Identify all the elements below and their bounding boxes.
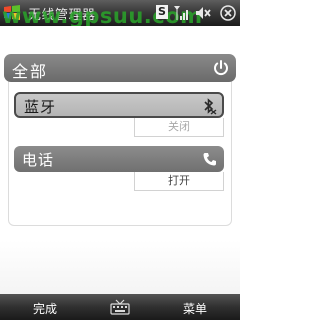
title-bar: 无线管理器 www.gpsuu.com S	[0, 0, 240, 26]
all-toggle-row[interactable]: 全部	[4, 54, 236, 82]
bluetooth-label: 蓝牙	[24, 98, 57, 116]
bluetooth-status: 关闭	[134, 118, 224, 137]
done-softkey[interactable]: 完成	[33, 300, 57, 317]
softkey-bar: 完成 菜单	[0, 294, 240, 320]
all-label: 全部	[12, 62, 49, 81]
bluetooth-icon	[204, 98, 217, 115]
power-icon[interactable]	[212, 59, 230, 77]
phone-label: 电话	[22, 151, 55, 169]
phone-status: 打开	[134, 172, 224, 191]
bluetooth-row[interactable]: 蓝牙	[14, 92, 224, 118]
s-badge-icon[interactable]: S	[156, 5, 168, 19]
phone-row[interactable]: 电话	[14, 146, 224, 172]
close-icon[interactable]	[220, 4, 236, 22]
signal-icon[interactable]	[173, 4, 189, 22]
volume-icon[interactable]	[194, 4, 211, 22]
keyboard-icon[interactable]	[110, 299, 130, 315]
menu-softkey[interactable]: 菜单	[183, 300, 207, 317]
phone-icon	[203, 153, 216, 166]
